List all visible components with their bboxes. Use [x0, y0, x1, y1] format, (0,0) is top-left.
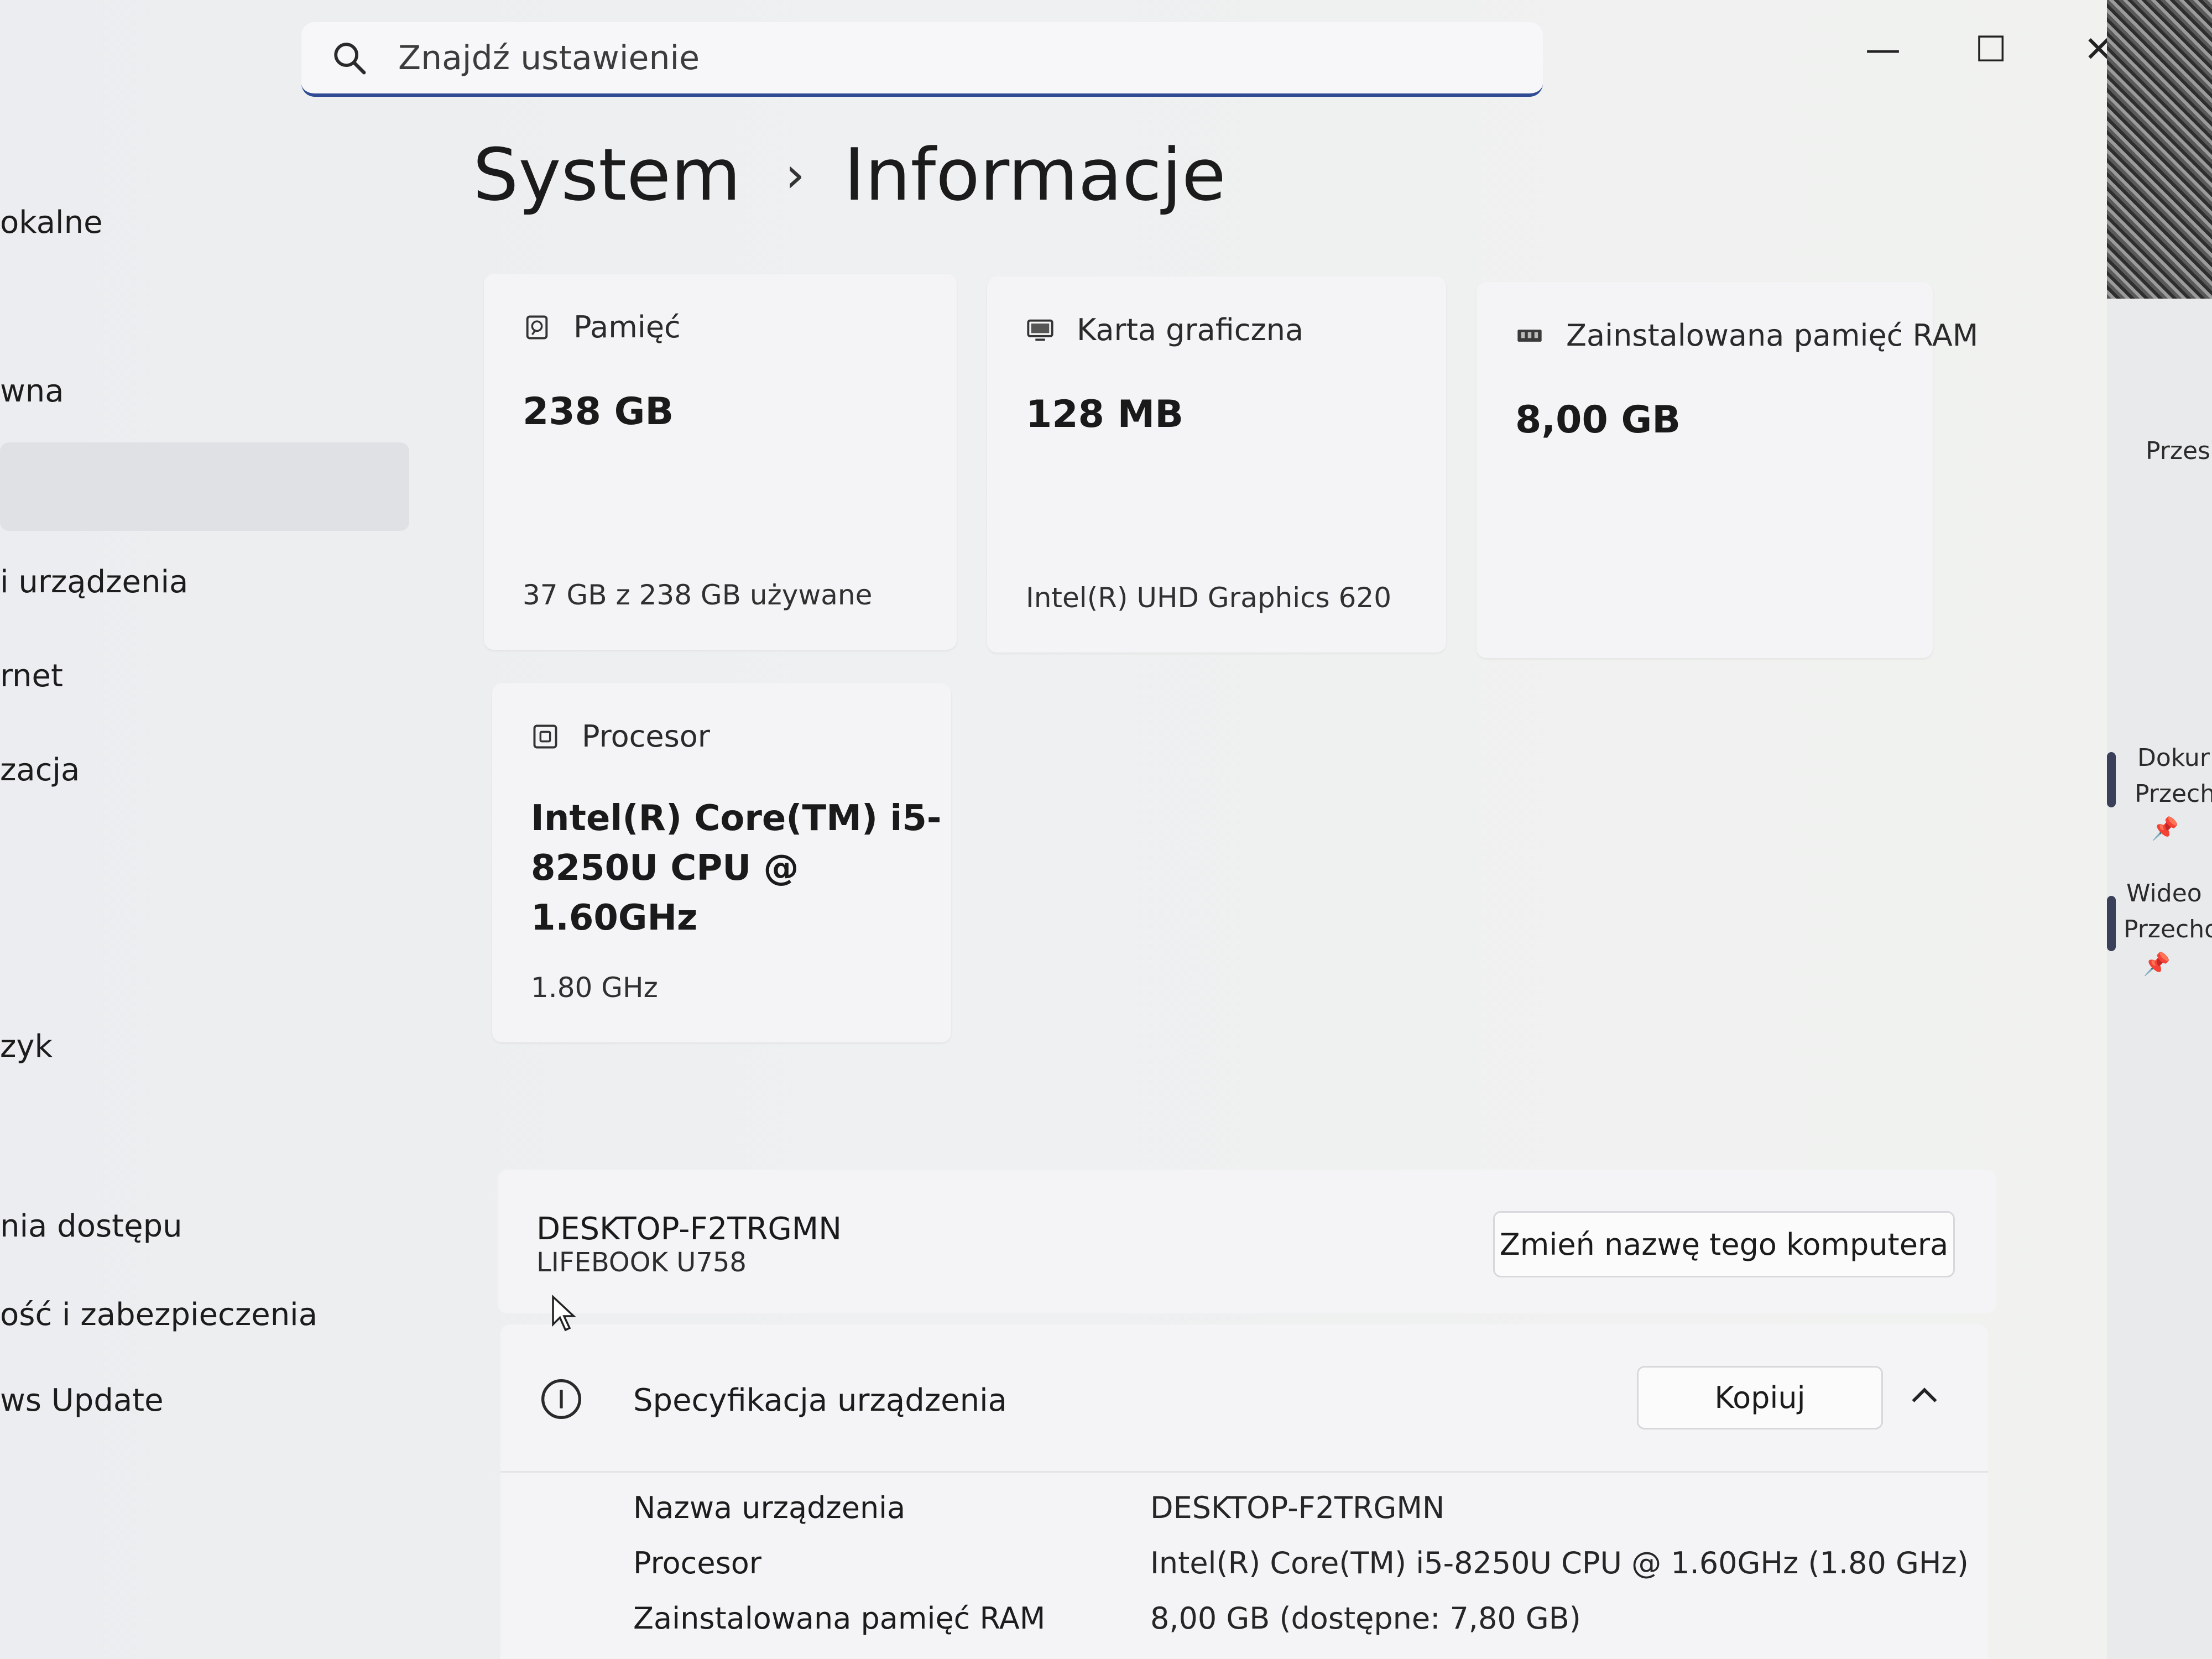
ram-icon: [1517, 329, 1542, 342]
sidebar-item-devices[interactable]: i urządzenia: [0, 564, 188, 600]
mouse-cursor-icon: [552, 1294, 576, 1332]
spec-label-processor: Procesor: [633, 1546, 761, 1580]
ram-card[interactable]: Zainstalowana pamięć RAM 8,00 GB: [1477, 282, 1978, 658]
breadcrumb-parent[interactable]: System: [473, 133, 741, 217]
storage-value: 238 GB: [523, 390, 674, 434]
breadcrumb-separator: ›: [785, 145, 805, 204]
bg-item-documents[interactable]: Dokur: [2137, 744, 2210, 772]
sidebar-item-personalization[interactable]: zacja: [0, 752, 80, 788]
desktop-background: [2107, 0, 2212, 299]
sidebar-item-main[interactable]: wna: [0, 373, 64, 409]
bg-item-documents-location: Przech: [2135, 780, 2212, 808]
device-name: DESKTOP-F2TRGMN: [536, 1211, 842, 1247]
settings-window: — ☐ ✕ okalne wna i urządzenia rnet zacja…: [0, 0, 2148, 1659]
cpu-speed: 1.80 GHz: [531, 972, 658, 1004]
copy-button[interactable]: Kopiuj: [1637, 1366, 1883, 1430]
device-name-row: DESKTOP-F2TRGMN LIFEBOOK U758 Zmień nazw…: [498, 1170, 1996, 1313]
pin-icon[interactable]: 📌: [2151, 816, 2179, 842]
sidebar-item-windows-update[interactable]: ws Update: [0, 1383, 164, 1418]
spec-label-ram: Zainstalowana pamięć RAM: [633, 1601, 1046, 1636]
storage-icon: [526, 315, 548, 339]
device-specifications: Specyfikacja urządzenia Kopiuj Nazwa urz…: [500, 1324, 1988, 1659]
gpu-label: Karta graficzna: [1077, 312, 1304, 347]
gpu-model: Intel(R) UHD Graphics 620: [1026, 582, 1392, 614]
search-icon: [334, 43, 366, 75]
sidebar-item-language[interactable]: zyk: [0, 1029, 53, 1065]
rename-pc-button[interactable]: Zmień nazwę tego komputera: [1493, 1211, 1955, 1277]
background-window: Przes Dokur Przech 📌 Wideo Przecho 📌: [2107, 0, 2212, 1659]
breadcrumb: System › Informacje: [473, 133, 1226, 217]
spec-header[interactable]: Specyfikacja urządzenia Kopiuj: [500, 1324, 1988, 1473]
gpu-value: 128 MB: [1026, 393, 1184, 436]
pin-icon-2[interactable]: 📌: [2143, 951, 2171, 977]
maximize-button[interactable]: ☐: [1958, 22, 2024, 77]
device-model: LIFEBOOK U758: [536, 1247, 747, 1278]
search-input[interactable]: [398, 39, 1449, 77]
processor-icon: [533, 724, 557, 748]
storage-usage: 37 GB z 238 GB używane: [523, 579, 873, 611]
spec-value-processor: Intel(R) Core(TM) i5-8250U CPU @ 1.60GHz…: [1150, 1546, 1969, 1580]
cpu-label: Procesor: [582, 719, 710, 754]
storage-card[interactable]: Pamięć 238 GB 37 GB z 238 GB używane: [484, 274, 957, 650]
cpu-card[interactable]: Procesor Intel(R) Core(TM) i5-8250U CPU …: [492, 683, 951, 1042]
search-box[interactable]: [301, 22, 1543, 97]
spec-label-device-name: Nazwa urządzenia: [633, 1490, 906, 1525]
spec-title: Specyfikacja urządzenia: [633, 1383, 1007, 1418]
spec-value-device-name: DESKTOP-F2TRGMN: [1150, 1490, 1445, 1525]
gpu-card[interactable]: Karta graficzna 128 MB Intel(R) UHD Grap…: [987, 276, 1446, 653]
spec-value-ram: 8,00 GB (dostępne: 7,80 GB): [1150, 1601, 1581, 1636]
sidebar-item-selected[interactable]: [0, 442, 409, 531]
bg-selection-marker-2: [2107, 896, 2116, 951]
minimize-button[interactable]: —: [1850, 22, 1916, 77]
bg-selection-marker: [2107, 752, 2116, 807]
sidebar-item-internet[interactable]: rnet: [0, 658, 63, 694]
info-icon: [541, 1379, 581, 1419]
sidebar-item-privacy[interactable]: ość i zabezpieczenia: [0, 1297, 317, 1333]
sidebar-item-local[interactable]: okalne: [0, 205, 103, 241]
bg-item-przes[interactable]: Przes: [2146, 437, 2210, 465]
bg-item-video-location: Przecho: [2124, 915, 2212, 943]
cpu-value: Intel(R) Core(TM) i5-8250U CPU @ 1.60GHz: [531, 798, 942, 938]
chevron-up-icon[interactable]: [1905, 1377, 1944, 1416]
storage-label: Pamięć: [573, 310, 681, 345]
bg-item-video[interactable]: Wideo: [2126, 879, 2202, 907]
ram-label: Zainstalowana pamięć RAM: [1566, 318, 1979, 353]
sidebar-item-accessibility[interactable]: nia dostępu: [0, 1208, 182, 1244]
ram-value: 8,00 GB: [1515, 398, 1681, 442]
monitor-icon: [1027, 319, 1053, 341]
page-title: Informacje: [843, 133, 1226, 217]
